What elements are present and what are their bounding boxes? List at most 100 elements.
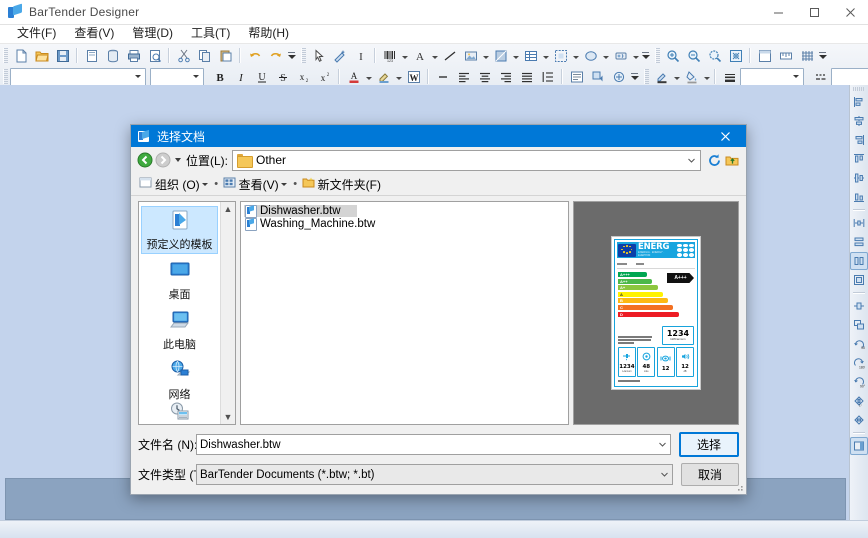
toolbar-grip[interactable] — [644, 69, 649, 84]
table-icon[interactable] — [520, 45, 541, 66]
rotate-90-icon[interactable]: 90° — [850, 335, 868, 353]
chevron-down-icon[interactable] — [657, 466, 671, 483]
database-icon[interactable] — [102, 45, 123, 66]
select-arrow-icon[interactable] — [308, 45, 329, 66]
dialog-close-button[interactable] — [704, 125, 746, 147]
line-spacing-icon[interactable] — [537, 66, 558, 87]
new-document-icon[interactable] — [10, 45, 31, 66]
font-color-dropdown-icon[interactable] — [364, 67, 373, 86]
place-predefined-templates[interactable]: 预定义的模板 — [141, 206, 218, 254]
place-desktop[interactable]: 桌面 — [141, 256, 218, 304]
rotate-270-icon[interactable]: 90° — [850, 373, 868, 391]
zoom-selection-icon[interactable] — [704, 45, 725, 66]
toolbar-grip[interactable] — [301, 48, 306, 63]
paste-icon[interactable] — [215, 45, 236, 66]
shape-fill-icon[interactable] — [490, 45, 511, 66]
list-item[interactable]: Dishwasher.btw — [241, 204, 568, 217]
align-left-icon[interactable] — [453, 66, 474, 87]
align-center-icon[interactable] — [474, 66, 495, 87]
zoom-fit-icon[interactable] — [725, 45, 746, 66]
select-button[interactable]: 选择 — [679, 432, 739, 457]
distribute-horizontal-icon[interactable] — [850, 214, 868, 232]
refresh-icon[interactable] — [705, 151, 723, 169]
chevron-down-icon[interactable] — [131, 70, 145, 84]
grid-box-icon[interactable] — [550, 45, 571, 66]
places-scrollbar[interactable]: ▲ ▼ — [220, 202, 235, 424]
toolbar-grip[interactable] — [3, 69, 8, 84]
grid-icon[interactable] — [796, 45, 817, 66]
fill-color-icon[interactable] — [681, 66, 702, 87]
toolbar-grip[interactable] — [3, 48, 8, 63]
place-recent-items[interactable]: 最近使用的项目 — [141, 406, 218, 424]
align-middle-vertical-icon[interactable] — [850, 169, 868, 187]
back-arrow-icon[interactable] — [136, 151, 154, 169]
underline-icon[interactable]: U — [251, 66, 272, 87]
align-bottom-edge-icon[interactable] — [850, 188, 868, 206]
pen-color-dropdown-icon[interactable] — [672, 67, 681, 86]
line-icon[interactable] — [439, 45, 460, 66]
shape-dropdown-icon[interactable] — [511, 46, 520, 65]
barcode-dropdown-icon[interactable] — [400, 46, 409, 65]
chevron-down-icon[interactable] — [864, 70, 868, 84]
no-align-icon[interactable] — [432, 66, 453, 87]
justify-icon[interactable] — [516, 66, 537, 87]
ellipse-dropdown-icon[interactable] — [601, 46, 610, 65]
chevron-down-icon[interactable] — [655, 436, 669, 453]
font-color-icon[interactable]: A — [343, 66, 364, 87]
redo-icon[interactable] — [265, 45, 286, 66]
send-to-back-icon[interactable] — [850, 316, 868, 334]
line-width-combo[interactable] — [740, 68, 804, 86]
list-item[interactable]: Washing_Machine.btw — [241, 217, 568, 230]
wand-icon[interactable] — [329, 45, 350, 66]
maximize-button[interactable] — [796, 0, 832, 24]
same-height-icon[interactable] — [850, 252, 868, 270]
barcode-icon[interactable]: 123 — [379, 45, 400, 66]
ellipse-icon[interactable] — [580, 45, 601, 66]
highlight-dropdown-icon[interactable] — [394, 67, 403, 86]
toolbar-overflow-button[interactable] — [817, 46, 828, 65]
paragraph-icon[interactable] — [566, 66, 587, 87]
scrollbar-track[interactable] — [221, 216, 235, 410]
toolbar-overflow-button[interactable] — [640, 46, 651, 65]
filetype-select[interactable]: BarTender Documents (*.btw; *.bt) — [196, 464, 673, 485]
new-folder-button[interactable]: 新文件夹(F) — [299, 175, 384, 193]
highlight-color-icon[interactable] — [373, 66, 394, 87]
line-style-combo[interactable] — [831, 68, 868, 86]
place-this-pc[interactable]: 此电脑 — [141, 306, 218, 354]
scroll-down-arrow[interactable]: ▼ — [224, 410, 233, 424]
up-folder-icon[interactable] — [723, 151, 741, 169]
cut-icon[interactable] — [173, 45, 194, 66]
align-left-edge-icon[interactable] — [850, 93, 868, 111]
zoom-in-icon[interactable] — [662, 45, 683, 66]
picture-icon[interactable] — [460, 45, 481, 66]
save-icon[interactable] — [52, 45, 73, 66]
scroll-up-arrow[interactable]: ▲ — [224, 202, 233, 216]
pen-color-icon[interactable] — [651, 66, 672, 87]
chevron-down-icon[interactable] — [279, 175, 289, 193]
chevron-down-icon[interactable] — [189, 70, 203, 84]
align-center-horizontal-icon[interactable] — [850, 112, 868, 130]
text-tool-icon[interactable]: I — [350, 45, 371, 66]
italic-icon[interactable]: I — [230, 66, 251, 87]
chevron-down-icon[interactable] — [684, 152, 698, 169]
history-dropdown-icon[interactable] — [172, 151, 184, 169]
flip-vertical-icon[interactable] — [850, 411, 868, 429]
bold-icon[interactable]: B — [209, 66, 230, 87]
menu-view[interactable]: 查看(V) — [65, 25, 123, 43]
picture-dropdown-icon[interactable] — [481, 46, 490, 65]
align-right-icon[interactable] — [495, 66, 516, 87]
same-size-icon[interactable] — [850, 271, 868, 289]
zoom-out-icon[interactable] — [683, 45, 704, 66]
chevron-down-icon[interactable] — [789, 70, 803, 84]
toggle-panel-icon[interactable] — [850, 437, 868, 455]
place-network[interactable]: 网络 — [141, 356, 218, 404]
bring-to-front-icon[interactable] — [850, 297, 868, 315]
open-folder-icon[interactable] — [31, 45, 52, 66]
resize-handle[interactable] — [733, 481, 745, 493]
align-right-edge-icon[interactable] — [850, 131, 868, 149]
table-dropdown-icon[interactable] — [541, 46, 550, 65]
page-layout-icon[interactable] — [754, 45, 775, 66]
grid-box-dropdown-icon[interactable] — [571, 46, 580, 65]
subscript-icon[interactable]: x2 — [293, 66, 314, 87]
line-style-icon[interactable] — [810, 66, 831, 87]
